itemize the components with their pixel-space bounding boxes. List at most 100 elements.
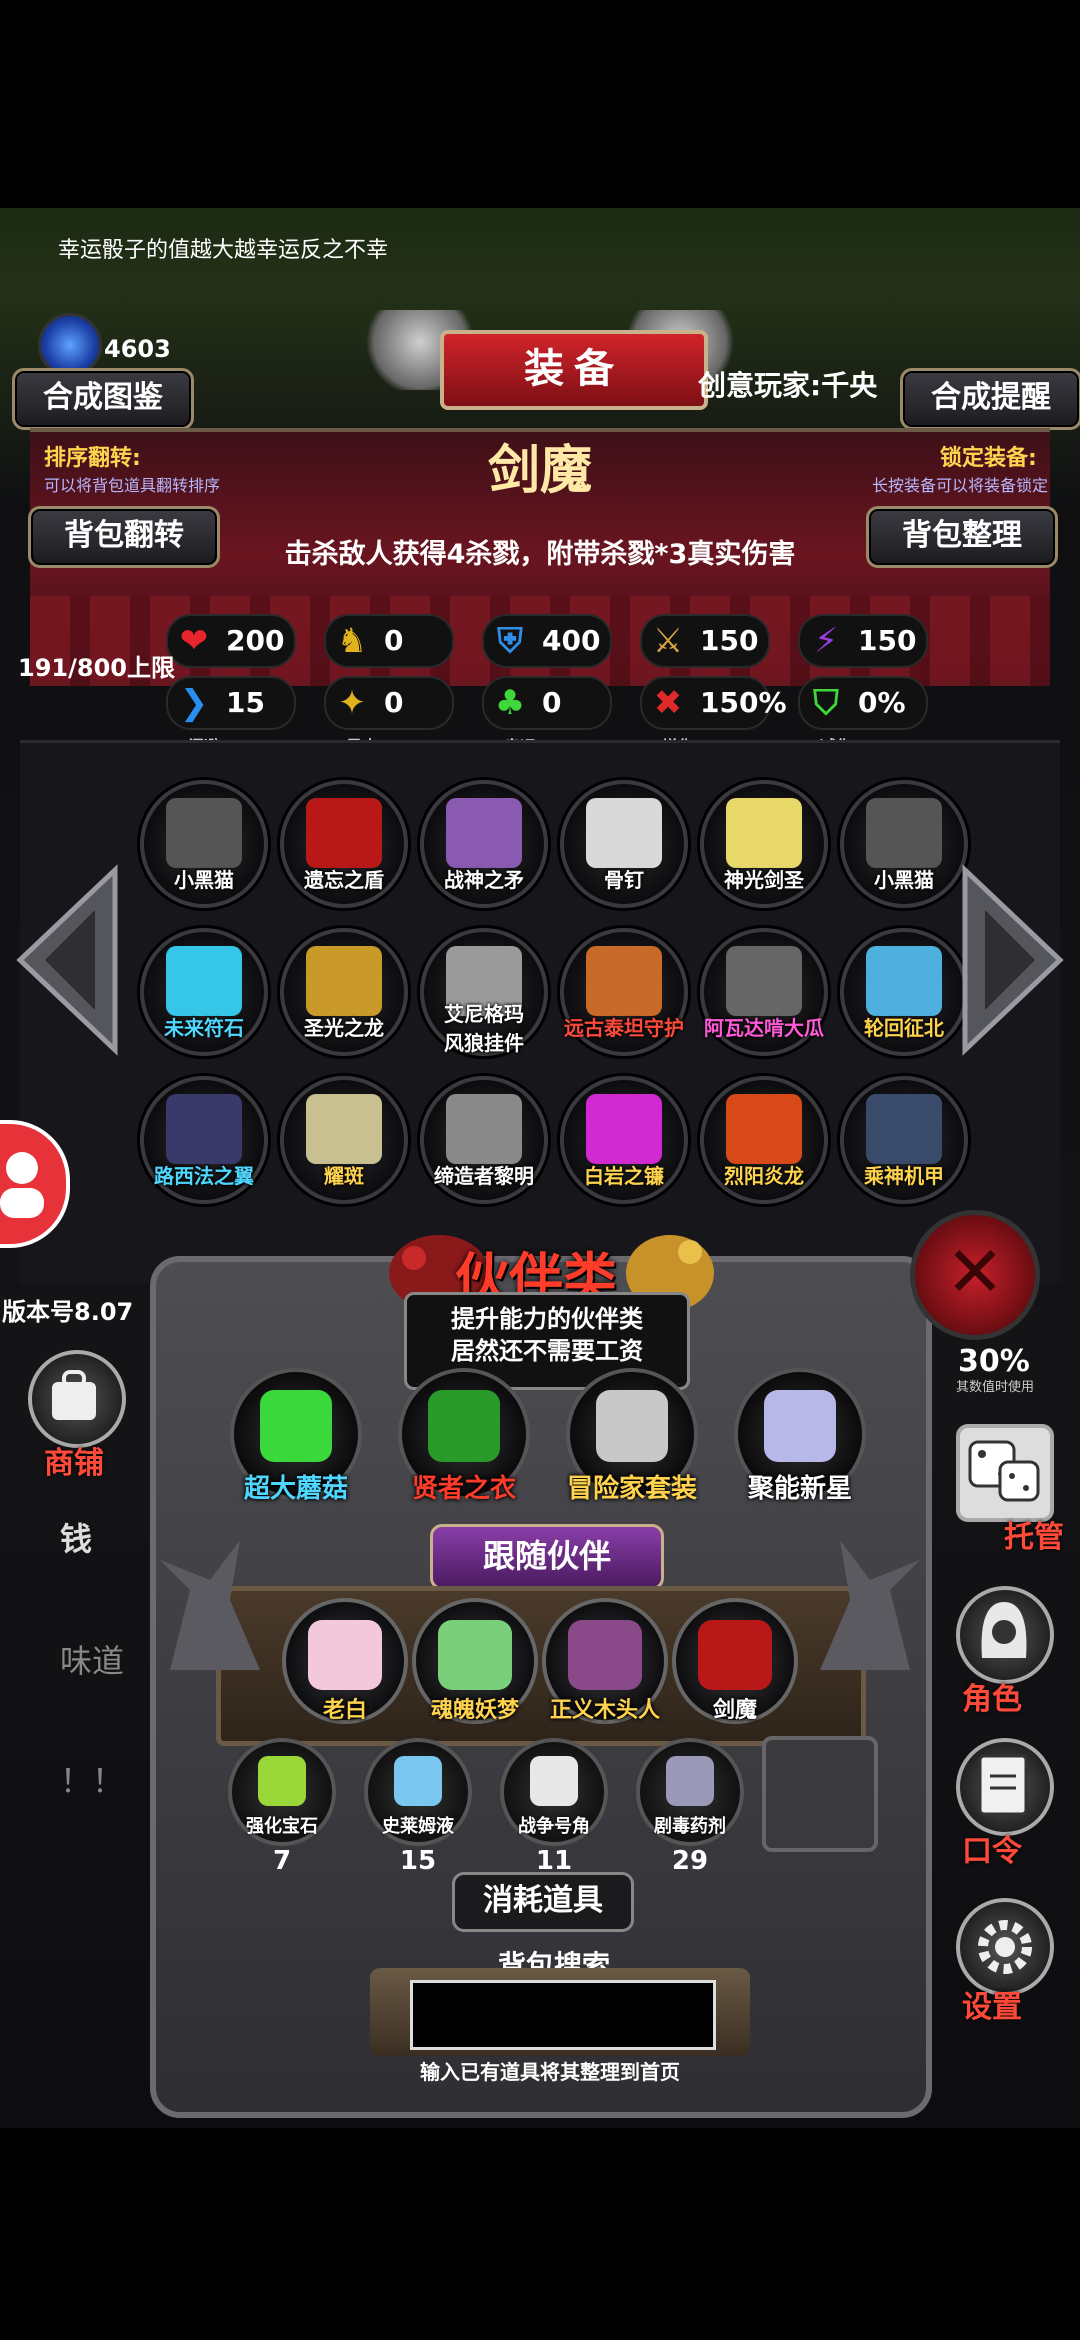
consumable-slot[interactable]: 强化宝石 7 [228,1738,336,1876]
empty-consumable-slot[interactable] [762,1736,878,1852]
equip-grid: 小黑猫 遗忘之盾战神之矛 骨钉 神光剑圣 小黑猫未来符石圣光之龙 艾尼格玛 风狼挂件 远古泰… [140,780,968,1204]
lock-info-desc: 长按装备可以将装备锁定 [872,476,1049,495]
bag-flip-button[interactable]: 背包翻转 [28,506,220,568]
equip-slot[interactable]: 小黑猫 [840,780,968,908]
follower-slot[interactable]: 魂魄妖梦 [412,1598,538,1724]
shop-bag-icon [52,1370,96,1420]
consumable-count: 15 [399,1846,437,1876]
follower-slot[interactable]: 剑魔 [672,1598,798,1724]
consumable-art-icon [258,1756,306,1806]
equip-slot[interactable]: 轮回征北 [840,928,968,1056]
equip-name: 烈阳炎龙 [724,1164,804,1188]
stat-pill: ✦0暴击 [324,676,454,756]
equip-name: 白岩之镰 [584,1164,664,1188]
next-page-arrow-icon[interactable] [960,860,1070,1060]
stats-row-1: ❤ 200 ♞ 0 ⛨ 400 ⚔ 150 ⚡ 150 [166,614,936,670]
item-art-icon [726,1094,802,1164]
equip-name: 小黑猫 [174,868,234,892]
equip-slot[interactable]: 骨钉 [560,780,688,908]
item-art-icon [586,1094,662,1164]
prev-page-arrow-icon[interactable] [10,860,120,1060]
companion-slot[interactable]: 超大蘑菇 [230,1368,362,1504]
stat-icon: ⛉ [813,683,839,723]
consumable-slot[interactable]: 史莱姆液 15 [364,1738,472,1876]
follower-art-icon [568,1620,642,1690]
equip-slot[interactable]: 远古泰坦守护 [560,928,688,1056]
lock-info-title: 锁定装备: [940,446,1037,471]
equip-banner: 装备 [440,330,708,410]
equip-name: 战神之矛 [444,868,524,892]
equip-slot[interactable]: 阿瓦达啃大瓜 [700,928,828,1056]
shop-button[interactable] [28,1350,126,1448]
item-art-icon [446,798,522,868]
equip-slot[interactable]: 烈阳炎龙 [700,1076,828,1204]
item-art-icon [166,1094,242,1164]
behind-bang: ！！ [60,1762,125,1800]
stat-value: 200 [226,624,285,657]
bag-sort-button[interactable]: 背包整理 [866,506,1058,568]
shop-label: 商铺 [44,1446,104,1481]
behind-taste: 味道 [60,1642,125,1680]
equip-slot[interactable]: 未来符石 [140,928,268,1056]
version-label: 版本号8.07 [2,1298,134,1326]
equip-slot[interactable]: 神光剑圣 [700,780,828,908]
consumable-count: 7 [272,1846,292,1876]
manage-button[interactable] [956,1424,1054,1522]
equip-slot[interactable]: 圣光之龙 [280,928,408,1056]
gear-icon [978,1920,1032,1974]
behind-percent-hint: 其数值时使用 [956,1380,1035,1395]
synth-remind-button[interactable]: 合成提醒 [900,368,1080,430]
equip-slot[interactable]: 乘神机甲 [840,1076,968,1204]
stat-value: 150 [700,624,759,657]
equip-slot[interactable]: 艾尼格玛 风狼挂件 [420,928,548,1056]
item-name: 剑魔 [487,441,592,501]
stat-value: 0% [858,686,906,719]
stat-value: 15 [226,686,265,719]
stat-pill: ⚔ 150 [640,614,770,668]
follower-slot[interactable]: 正义木头人 [542,1598,668,1724]
equip-name: 路西法之翼 [154,1164,254,1188]
role-button[interactable] [956,1586,1054,1684]
close-button[interactable]: ✕ [910,1210,1040,1340]
code-button[interactable] [956,1738,1054,1836]
consumable-slot[interactable]: 战争号角 11 [500,1738,608,1876]
stat-pill: ⛨ 400 [482,614,612,668]
follower-art-icon [308,1620,382,1690]
stat-pill: ❤ 200 [166,614,296,668]
flip-info-desc: 可以将背包道具翻转排序 [44,476,221,495]
stat-pill: ♞ 0 [324,614,454,668]
equip-slot[interactable]: 小黑猫 [140,780,268,908]
companion-slot[interactable]: 冒险家套装 [566,1368,698,1504]
item-art-icon [726,798,802,868]
follower-slot[interactable]: 老白 [282,1598,408,1724]
consumable-art-icon [530,1756,578,1806]
equip-name: 缔造者黎明 [434,1164,534,1188]
equip-slot[interactable]: 耀斑 [280,1076,408,1204]
companion-slot[interactable]: 贤者之衣 [398,1368,530,1504]
companion-slot[interactable]: 聚能新星 [734,1368,866,1504]
equip-slot[interactable]: 白岩之镰 [560,1076,688,1204]
equip-name: 骨钉 [604,868,644,892]
stat-pill: ♣0幸运 [482,676,612,756]
item-art-icon [726,946,802,1016]
stat-value: 150% [700,686,787,719]
item-art-icon [306,1094,382,1164]
equip-name: 神光剑圣 [724,868,804,892]
synth-guide-button[interactable]: 合成图鉴 [12,368,194,430]
search-hint: 输入已有道具将其整理到首页 [420,2060,680,2084]
consumable-slot[interactable]: 剧毒药剂 29 [636,1738,744,1876]
equip-name: 圣光之龙 [304,1016,384,1040]
stat-pill: ⛉0%减伤 [798,676,928,756]
tip-text: 幸运骰子的值越大越幸运反之不幸 [58,238,389,263]
stat-value: 400 [542,624,601,657]
item-art-icon [866,798,942,868]
equip-slot[interactable]: 战神之矛 [420,780,548,908]
companion-art-icon [764,1390,836,1462]
equip-slot[interactable]: 路西法之翼 [140,1076,268,1204]
equip-slot[interactable]: 缔造者黎明 [420,1076,548,1204]
stat-icon: ♞ [336,621,368,661]
equip-slot[interactable]: 遗忘之盾 [280,780,408,908]
dragon-statue-right-icon [820,1540,920,1670]
search-input[interactable] [410,1980,716,2050]
stat-value: 0 [384,686,404,719]
